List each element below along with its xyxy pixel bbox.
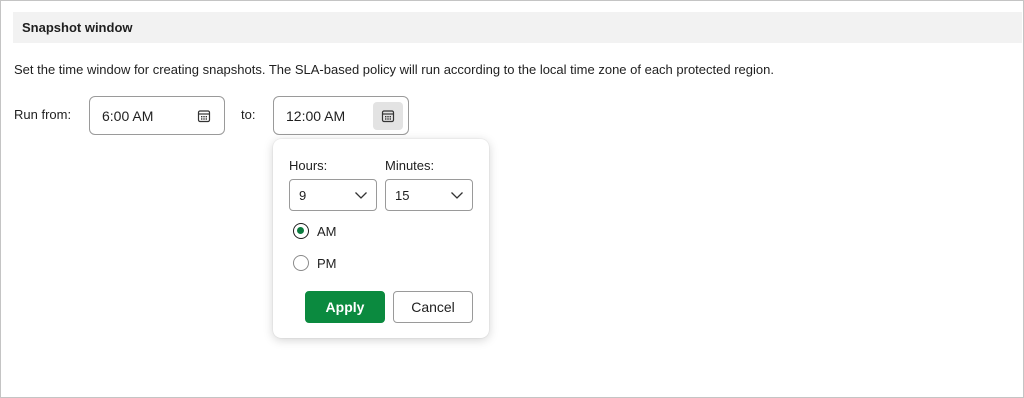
radio-pm-label: PM bbox=[317, 255, 337, 271]
minutes-value: 15 bbox=[395, 188, 410, 203]
run-from-field[interactable]: 6:00 AM bbox=[89, 96, 225, 135]
hours-label: Hours: bbox=[289, 158, 328, 173]
run-to-field[interactable]: 12:00 AM bbox=[273, 96, 409, 135]
hours-select[interactable]: 9 bbox=[289, 179, 377, 211]
calendar-icon bbox=[381, 110, 395, 123]
time-picker-popup: Hours: Minutes: 9 15 AM PM Apply Cancel bbox=[273, 139, 489, 338]
chevron-down-icon bbox=[355, 192, 367, 199]
radio-am-button[interactable] bbox=[293, 223, 309, 239]
run-to-calendar-button[interactable] bbox=[373, 102, 403, 130]
run-from-calendar-button[interactable] bbox=[189, 102, 219, 130]
run-to-value: 12:00 AM bbox=[286, 108, 346, 124]
cancel-button[interactable]: Cancel bbox=[393, 291, 473, 323]
minutes-label: Minutes: bbox=[385, 158, 435, 173]
radio-am-label: AM bbox=[317, 223, 337, 239]
run-from-value: 6:00 AM bbox=[102, 108, 154, 124]
chevron-down-icon bbox=[451, 192, 463, 199]
hours-value: 9 bbox=[299, 188, 307, 203]
section-header: Snapshot window bbox=[13, 12, 1022, 43]
radio-pm-button[interactable] bbox=[293, 255, 309, 271]
window-frame bbox=[0, 0, 1024, 398]
section-description: Set the time window for creating snapsho… bbox=[14, 62, 774, 77]
minutes-select[interactable]: 15 bbox=[385, 179, 473, 211]
run-to-label: to: bbox=[241, 107, 256, 122]
radio-am[interactable]: AM bbox=[293, 222, 337, 240]
section-title: Snapshot window bbox=[22, 20, 133, 35]
radio-pm[interactable]: PM bbox=[293, 254, 337, 272]
run-from-label: Run from: bbox=[14, 107, 72, 122]
calendar-icon bbox=[197, 110, 211, 123]
apply-button[interactable]: Apply bbox=[305, 291, 385, 323]
